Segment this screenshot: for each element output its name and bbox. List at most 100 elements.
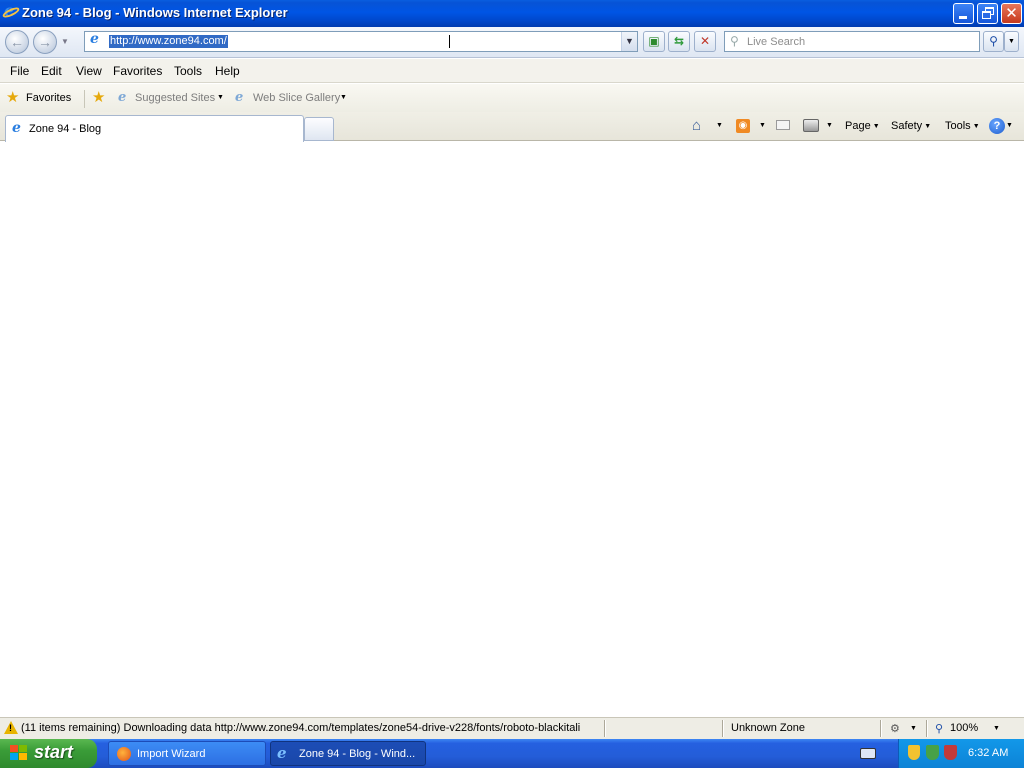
tools-menu[interactable]: Tools ▼ bbox=[945, 120, 980, 132]
print-dropdown-icon[interactable]: ▼ bbox=[826, 122, 833, 129]
compatibility-view-icon: ▣ bbox=[648, 34, 660, 48]
forward-arrow-icon: → bbox=[38, 34, 52, 50]
chevron-down-icon: ▼ bbox=[625, 36, 634, 46]
windows-logo-icon bbox=[10, 745, 28, 762]
status-separator bbox=[722, 720, 724, 737]
navigation-bar: ← → ▼ e http://www.zone94.com/ ▼ ▣ ⇆ ✕ ⚲… bbox=[0, 27, 1024, 58]
close-icon: ✕ bbox=[1005, 5, 1018, 22]
zoom-level[interactable]: 100% bbox=[950, 722, 978, 734]
refresh-icon: ⇆ bbox=[673, 34, 685, 48]
stop-icon: ✕ bbox=[699, 34, 711, 48]
system-tray: 6:32 AM bbox=[898, 739, 1024, 768]
search-box[interactable]: ⚲ Live Search bbox=[724, 31, 980, 52]
address-dropdown-button[interactable]: ▼ bbox=[621, 32, 637, 51]
minimize-button[interactable] bbox=[953, 3, 974, 24]
favorites-button[interactable]: ★ Favorites bbox=[5, 89, 77, 109]
ie-page-icon: e bbox=[235, 90, 244, 105]
chevron-down-icon: ▼ bbox=[924, 122, 932, 130]
menu-file[interactable]: File bbox=[10, 64, 29, 78]
print-icon[interactable] bbox=[803, 119, 819, 132]
close-button[interactable]: ✕ bbox=[1001, 3, 1022, 24]
back-arrow-icon: ← bbox=[10, 34, 24, 50]
minimize-icon bbox=[959, 16, 967, 19]
tab-label: Zone 94 - Blog bbox=[29, 123, 102, 135]
favorites-label: Favorites bbox=[26, 92, 72, 104]
home-icon[interactable]: ⌂ bbox=[692, 117, 701, 134]
chevron-down-icon: ▼ bbox=[217, 94, 224, 101]
keyboard-icon[interactable] bbox=[860, 748, 876, 759]
tab-row: e Zone 94 - Blog ⌂ ▼ ◉ ▼ ▼ Page ▼ Safety ▼… bbox=[0, 112, 1024, 142]
address-bar[interactable]: e http://www.zone94.com/ ▼ bbox=[84, 31, 638, 52]
safety-menu[interactable]: Safety ▼ bbox=[891, 120, 931, 132]
restore-button[interactable] bbox=[977, 3, 998, 24]
suggested-sites-button[interactable]: e Suggested Sites ▼ bbox=[116, 87, 226, 109]
tab-zone94-blog[interactable]: e Zone 94 - Blog bbox=[5, 115, 304, 142]
menu-edit[interactable]: Edit bbox=[41, 64, 62, 78]
rss-feed-icon[interactable]: ◉ bbox=[736, 119, 750, 133]
clock[interactable]: 6:32 AM bbox=[968, 747, 1008, 759]
page-menu-label: Page bbox=[845, 120, 871, 132]
window-title: Zone 94 - Blog - Windows Internet Explor… bbox=[22, 5, 288, 20]
menu-help[interactable]: Help bbox=[215, 64, 240, 78]
safety-menu-label: Safety bbox=[891, 120, 923, 132]
zoom-dropdown-icon[interactable]: ▼ bbox=[993, 725, 1000, 732]
ie-logo-icon: e bbox=[1, 2, 21, 20]
search-options-dropdown[interactable]: ▼ bbox=[1004, 31, 1019, 52]
chevron-down-icon: ▼ bbox=[872, 122, 880, 130]
firefox-icon bbox=[117, 747, 131, 761]
chevron-down-icon[interactable]: ▼ bbox=[910, 725, 917, 732]
suggested-sites-label: Suggested Sites bbox=[135, 92, 216, 104]
menu-tools[interactable]: Tools bbox=[174, 64, 202, 78]
recent-pages-dropdown-icon[interactable]: ▼ bbox=[61, 37, 69, 46]
page-ie-icon: e bbox=[90, 31, 99, 47]
back-button[interactable]: ← bbox=[5, 30, 29, 54]
help-icon[interactable]: ? bbox=[989, 118, 1005, 134]
warning-icon: ! bbox=[4, 721, 18, 734]
network-shield-icon[interactable] bbox=[926, 745, 939, 760]
status-message: (11 items remaining) Downloading data ht… bbox=[21, 722, 581, 734]
taskbar: start Import Wizard e Zone 94 - Blog - W… bbox=[0, 739, 1024, 768]
add-to-favorites-bar-icon[interactable]: ★ bbox=[92, 88, 105, 106]
stop-button[interactable]: ✕ bbox=[694, 31, 716, 52]
menu-view[interactable]: View bbox=[76, 64, 102, 78]
search-provider-icon: ⚲ bbox=[730, 34, 739, 48]
status-separator bbox=[604, 720, 606, 737]
start-button[interactable]: start bbox=[0, 739, 97, 768]
favorites-separator bbox=[84, 90, 85, 108]
task-import-wizard[interactable]: Import Wizard bbox=[108, 741, 266, 766]
text-cursor-icon bbox=[449, 35, 453, 48]
alert-shield-icon[interactable] bbox=[944, 745, 957, 760]
title-bar[interactable]: e Zone 94 - Blog - Windows Internet Expl… bbox=[0, 0, 1024, 27]
page-menu[interactable]: Page ▼ bbox=[845, 120, 880, 132]
home-dropdown-icon[interactable]: ▼ bbox=[716, 122, 723, 129]
read-mail-icon[interactable] bbox=[776, 120, 790, 130]
zoom-icon: ⚲ bbox=[935, 723, 944, 735]
page-content[interactable] bbox=[0, 142, 1024, 717]
task-label: Import Wizard bbox=[137, 748, 206, 760]
search-placeholder: Live Search bbox=[747, 36, 806, 48]
menu-favorites[interactable]: Favorites bbox=[113, 64, 162, 78]
favorites-bar: ★ Favorites ★ e Suggested Sites ▼ e Web … bbox=[0, 84, 1024, 112]
compatibility-view-button[interactable]: ▣ bbox=[643, 31, 665, 52]
search-button[interactable]: ⚲ bbox=[983, 31, 1004, 52]
chevron-down-icon: ▼ bbox=[1008, 38, 1015, 45]
feeds-dropdown-icon[interactable]: ▼ bbox=[759, 122, 766, 129]
new-tab-button[interactable] bbox=[304, 117, 334, 141]
forward-button[interactable]: → bbox=[33, 30, 57, 54]
refresh-button[interactable]: ⇆ bbox=[668, 31, 690, 52]
ie-task-icon: e bbox=[277, 744, 287, 762]
task-zone94-blog[interactable]: e Zone 94 - Blog - Wind... bbox=[270, 741, 426, 766]
status-bar: ! (11 items remaining) Downloading data … bbox=[0, 717, 1024, 739]
tab-ie-icon: e bbox=[12, 120, 21, 136]
security-shield-icon[interactable] bbox=[908, 745, 920, 760]
chevron-down-icon: ▼ bbox=[340, 94, 347, 101]
protected-mode-icon[interactable]: ⚙ bbox=[890, 722, 900, 735]
address-url[interactable]: http://www.zone94.com/ bbox=[109, 35, 228, 48]
search-icon: ⚲ bbox=[989, 34, 998, 48]
web-slice-gallery-button[interactable]: e Web Slice Gallery ▼ bbox=[234, 87, 354, 109]
status-separator bbox=[926, 720, 928, 737]
ie-page-icon: e bbox=[118, 90, 127, 105]
menu-bar: File Edit View Favorites Tools Help bbox=[0, 59, 1024, 83]
help-dropdown-icon[interactable]: ▼ bbox=[1006, 122, 1013, 129]
web-slice-gallery-label: Web Slice Gallery bbox=[253, 92, 341, 104]
